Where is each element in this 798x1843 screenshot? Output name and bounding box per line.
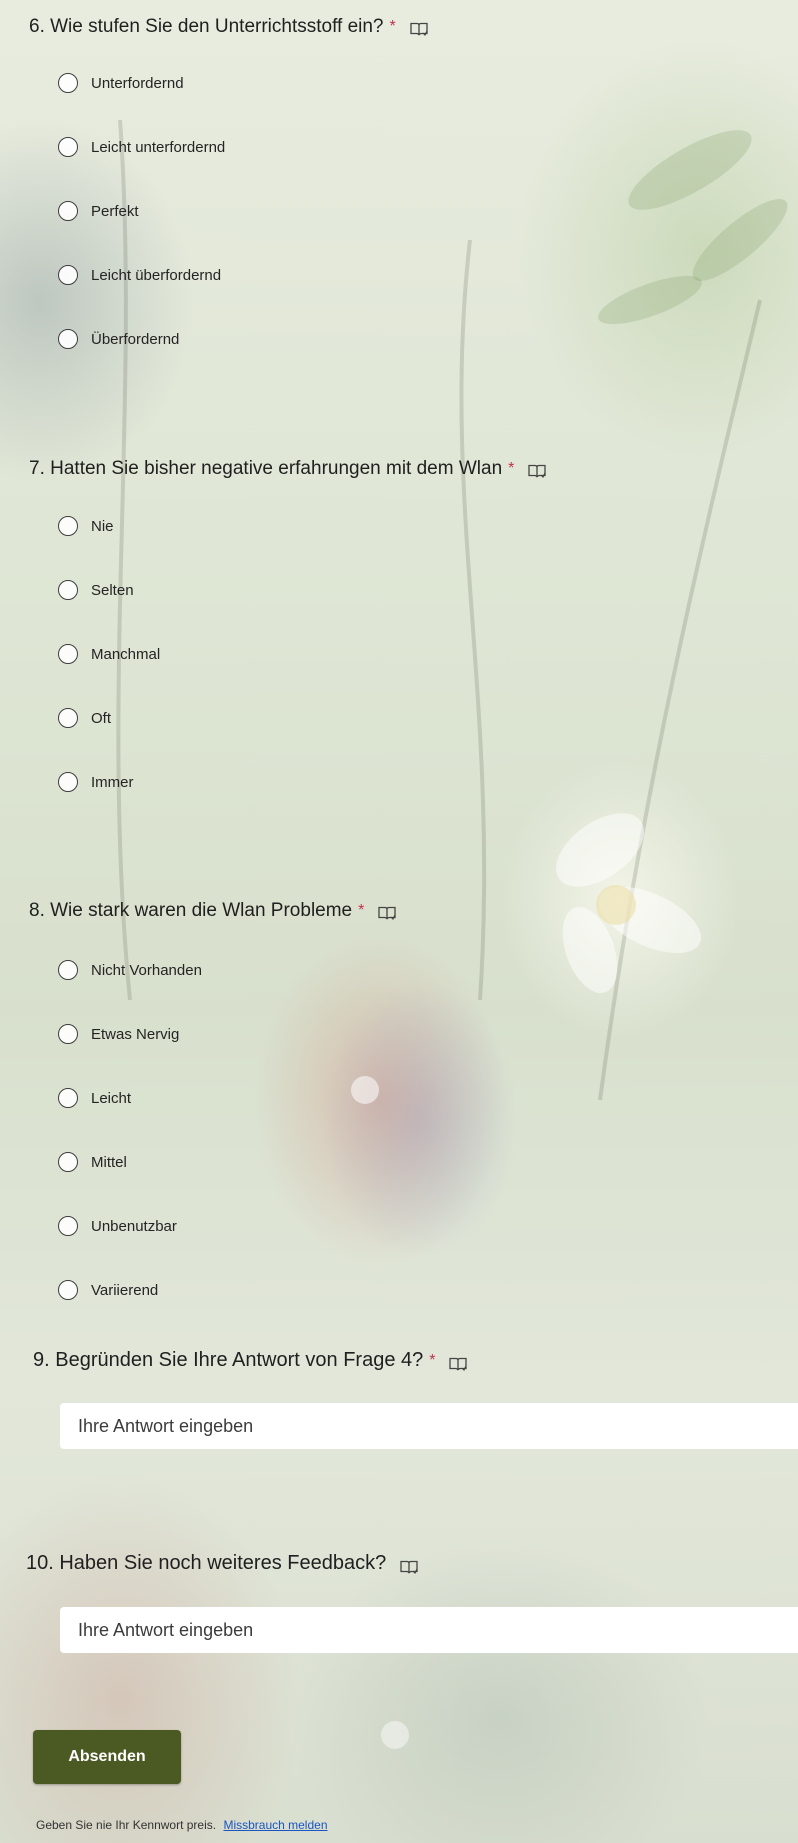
radio-button[interactable] (58, 960, 78, 980)
radio-button[interactable] (58, 644, 78, 664)
answer-input-question-10[interactable] (60, 1607, 798, 1653)
immersive-reader-icon[interactable] (378, 904, 397, 921)
option-perfekt[interactable]: Perfekt (58, 196, 139, 226)
radio-button[interactable] (58, 1152, 78, 1172)
question-6-title: 6. Wie stufen Sie den Unterrichtsstoff e… (29, 16, 428, 38)
report-abuse-link[interactable]: Missbrauch melden (223, 1818, 327, 1832)
option-nicht-vorhanden[interactable]: Nicht Vorhanden (58, 955, 202, 985)
question-8-title: 8. Wie stark waren die Wlan Probleme * (29, 900, 397, 922)
option-label: Nicht Vorhanden (91, 961, 202, 979)
immersive-reader-icon[interactable] (449, 1354, 468, 1371)
option-selten[interactable]: Selten (58, 575, 134, 605)
footer: Geben Sie nie Ihr Kennwort preis. Missbr… (36, 1818, 328, 1832)
required-marker: * (389, 18, 396, 35)
radio-button[interactable] (58, 265, 78, 285)
option-label: Nie (91, 517, 114, 535)
option-label: Variierend (91, 1281, 159, 1299)
option-immer[interactable]: Immer (58, 767, 134, 797)
answer-input-question-9[interactable] (60, 1403, 798, 1449)
immersive-reader-icon[interactable] (400, 1557, 418, 1574)
option-ueberfordernd[interactable]: Überfordernd (58, 324, 179, 354)
password-notice: Geben Sie nie Ihr Kennwort preis. (36, 1818, 217, 1832)
option-variierend[interactable]: Variierend (58, 1275, 158, 1305)
question-8-text: 8. Wie stark waren die Wlan Probleme (29, 900, 353, 921)
radio-button[interactable] (58, 329, 78, 349)
question-10-title: 10. Haben Sie noch weiteres Feedback? (26, 1552, 418, 1575)
radio-button[interactable] (58, 516, 78, 536)
radio-button[interactable] (58, 708, 78, 728)
option-label: Mittel (91, 1153, 127, 1171)
required-marker: * (429, 1351, 436, 1369)
immersive-reader-icon[interactable] (528, 462, 547, 479)
question-9-title: 9. Begründen Sie Ihre Antwort von Frage … (33, 1349, 468, 1372)
option-leicht[interactable]: Leicht (58, 1083, 131, 1113)
option-unbenutzbar[interactable]: Unbenutzbar (58, 1211, 177, 1241)
option-label: Oft (91, 709, 112, 727)
option-manchmal[interactable]: Manchmal (58, 639, 160, 669)
radio-button[interactable] (58, 201, 78, 221)
option-etwas-nervig[interactable]: Etwas Nervig (58, 1019, 179, 1049)
option-label: Perfekt (91, 202, 139, 220)
radio-button[interactable] (58, 580, 78, 600)
option-label: Immer (91, 773, 134, 791)
option-label: Leicht überfordernd (91, 266, 222, 284)
radio-button[interactable] (58, 1280, 78, 1300)
radio-button[interactable] (58, 1088, 78, 1108)
option-label: Überfordernd (91, 330, 180, 348)
submit-button[interactable]: Absenden (33, 1730, 181, 1784)
immersive-reader-icon[interactable] (410, 20, 428, 37)
option-label: Etwas Nervig (91, 1025, 180, 1043)
question-7-title: 7. Hatten Sie bisher negative erfahrunge… (29, 458, 547, 480)
radio-button[interactable] (58, 1216, 78, 1236)
option-leicht-ueberfordernd[interactable]: Leicht überfordernd (58, 260, 221, 290)
option-oft[interactable]: Oft (58, 703, 111, 733)
option-mittel[interactable]: Mittel (58, 1147, 127, 1177)
option-label: Unterfordernd (91, 74, 184, 92)
option-label: Selten (91, 581, 134, 599)
option-label: Leicht (91, 1089, 132, 1107)
option-nie[interactable]: Nie (58, 511, 114, 541)
option-label: Manchmal (91, 645, 161, 663)
option-leicht-unterfordernd[interactable]: Leicht unterfordernd (58, 132, 225, 162)
option-label: Unbenutzbar (91, 1217, 177, 1235)
radio-button[interactable] (58, 772, 78, 792)
radio-button[interactable] (58, 73, 78, 93)
radio-button[interactable] (58, 1024, 78, 1044)
option-label: Leicht unterfordernd (91, 138, 226, 156)
question-9-text: 9. Begründen Sie Ihre Antwort von Frage … (33, 1349, 424, 1371)
radio-button[interactable] (58, 137, 78, 157)
question-7-text: 7. Hatten Sie bisher negative erfahrunge… (29, 458, 503, 479)
option-unterfordernd[interactable]: Unterfordernd (58, 68, 184, 98)
question-6-text: 6. Wie stufen Sie den Unterrichtsstoff e… (29, 16, 384, 37)
required-marker: * (508, 460, 515, 477)
required-marker: * (358, 902, 365, 919)
question-10-text: 10. Haben Sie noch weiteres Feedback? (26, 1552, 387, 1574)
